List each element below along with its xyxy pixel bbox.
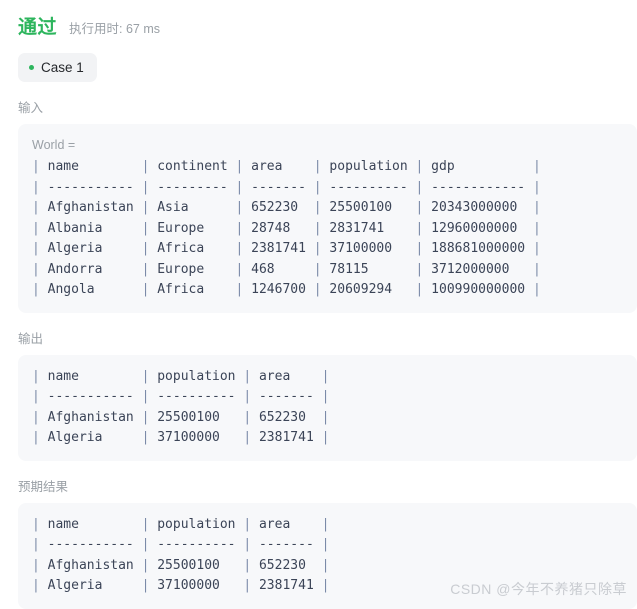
input-label: 输入 [18, 101, 44, 115]
expected-panel: | name | population | area | | ---------… [18, 502, 637, 609]
section-output: 输出 | name | population | area | | ------… [18, 331, 637, 461]
section-expected: 预期结果 | name | population | area | | ----… [18, 479, 637, 609]
input-caption: World = [32, 138, 76, 152]
section-input: 输入 World = | name | continent | area | p… [18, 100, 637, 313]
output-label: 输出 [18, 331, 44, 346]
output-panel: | name | population | area | | ---------… [18, 354, 637, 461]
expected-table: | name | population | area | | ---------… [32, 516, 330, 594]
output-table: | name | population | area | | ---------… [32, 368, 330, 446]
status-header: 通过 执行用时: 67 ms [18, 12, 637, 40]
input-table: | name | continent | area | population |… [32, 159, 541, 297]
case-tab-label: Case 1 [41, 60, 84, 75]
expected-label: 预期结果 [18, 479, 69, 494]
case-tab-list: Case 1 [18, 53, 637, 82]
status-dot-icon [29, 65, 34, 70]
verdict-text: 通过 [18, 17, 58, 38]
runtime-text: 执行用时: 67 ms [69, 22, 161, 36]
result-page: 通过 执行用时: 67 ms Case 1 输入 World = | name … [0, 0, 637, 609]
input-panel: World = | name | continent | area | popu… [18, 124, 637, 313]
case-tab-1[interactable]: Case 1 [18, 53, 97, 82]
